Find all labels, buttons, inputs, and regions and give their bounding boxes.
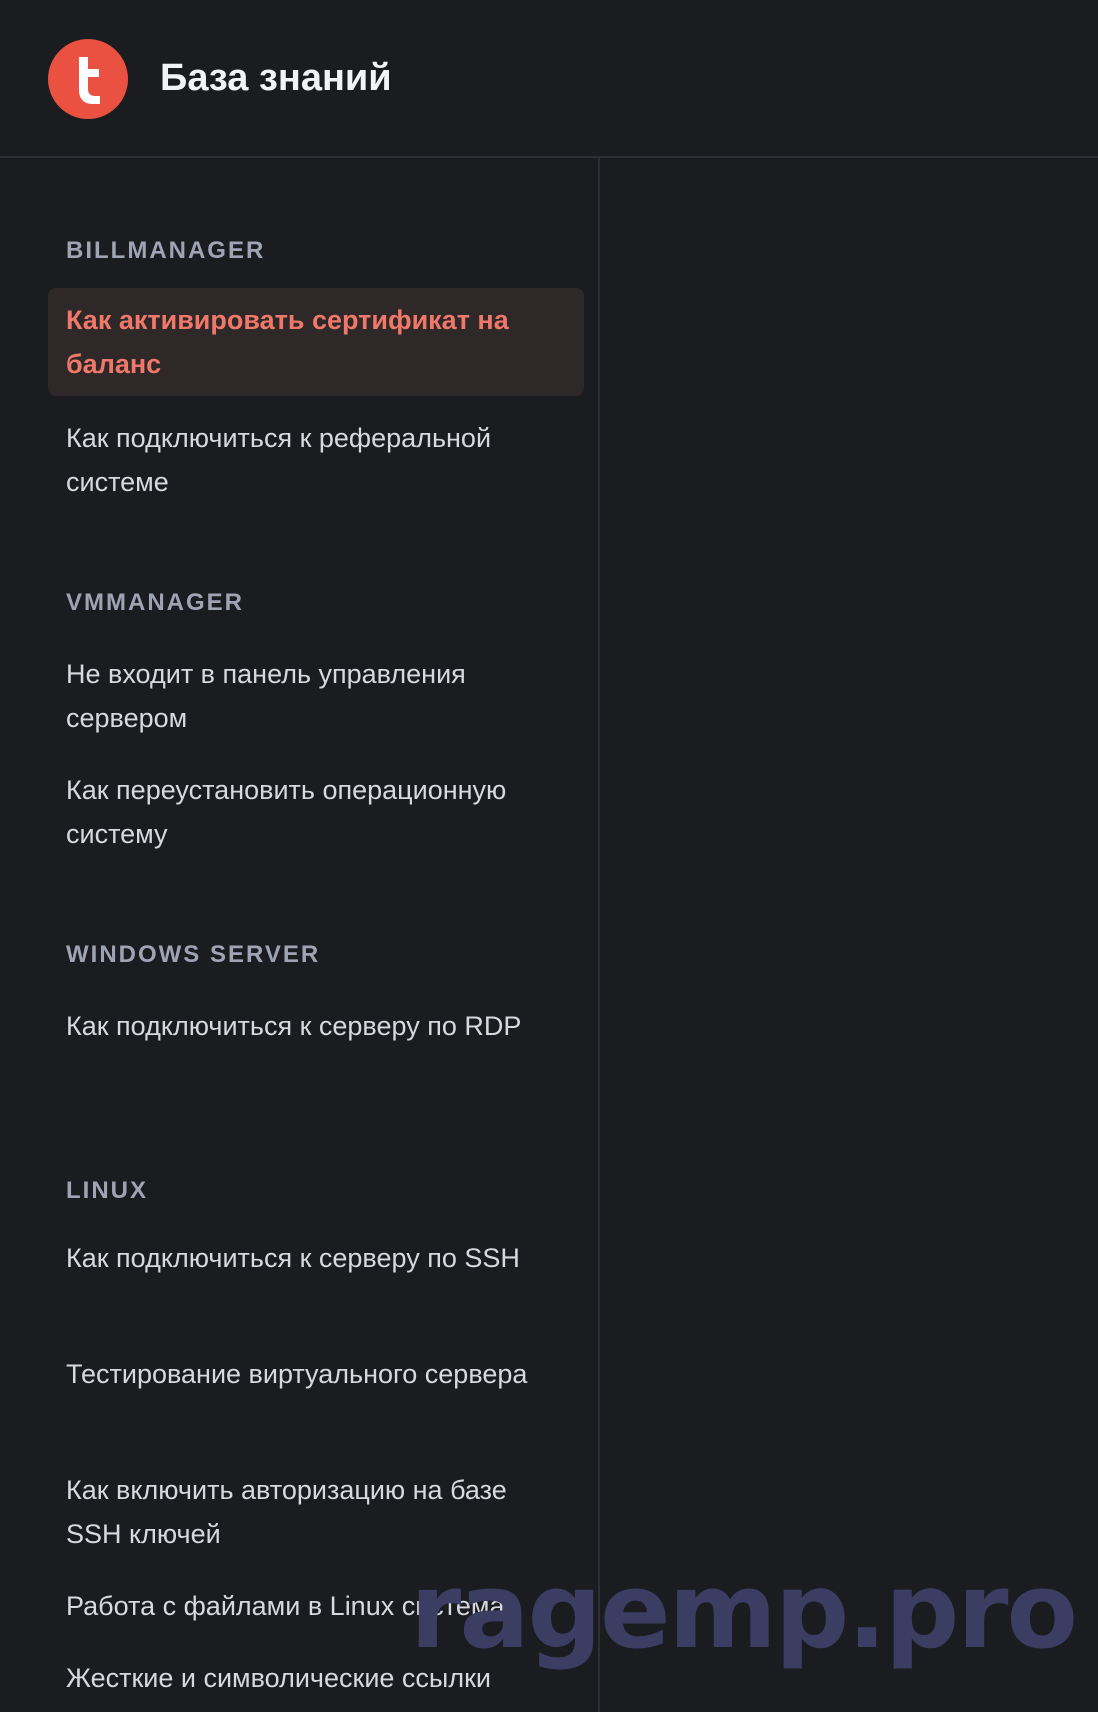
- watermark: ragemp.pro: [410, 1550, 1078, 1672]
- section-heading-linux: LINUX: [66, 1177, 148, 1204]
- sidebar-item-panel-login[interactable]: Не входит в панель управления сервером: [48, 644, 584, 748]
- sidebar: BILLMANAGER Как активировать сертификат …: [0, 158, 600, 1712]
- section-heading-vmmanager: VMMANAGER: [66, 589, 244, 616]
- site-header: База знаний: [0, 0, 1098, 158]
- section-heading-billmanager: BILLMANAGER: [66, 237, 266, 264]
- sidebar-item-server-testing[interactable]: Тестирование виртуального сервера: [48, 1344, 584, 1404]
- t-letter-icon: [79, 57, 100, 104]
- logo-icon[interactable]: [48, 39, 128, 119]
- sidebar-item-ssh[interactable]: Как подключиться к серверу по SSH: [48, 1228, 584, 1288]
- sidebar-item-rdp[interactable]: Как подключиться к серверу по RDP: [48, 996, 584, 1056]
- sidebar-item-activate-certificate[interactable]: Как активировать сертификат на баланс: [48, 288, 584, 396]
- section-heading-windows-server: WINDOWS SERVER: [66, 941, 321, 968]
- sidebar-item-referral-system[interactable]: Как подключиться к реферальной системе: [48, 408, 584, 512]
- sidebar-item-reinstall-os[interactable]: Как переустановить операционную систему: [48, 760, 584, 864]
- sidebar-item-ssh-keys[interactable]: Как включить авторизацию на базе SSH клю…: [48, 1460, 584, 1564]
- page-title[interactable]: База знаний: [160, 54, 392, 102]
